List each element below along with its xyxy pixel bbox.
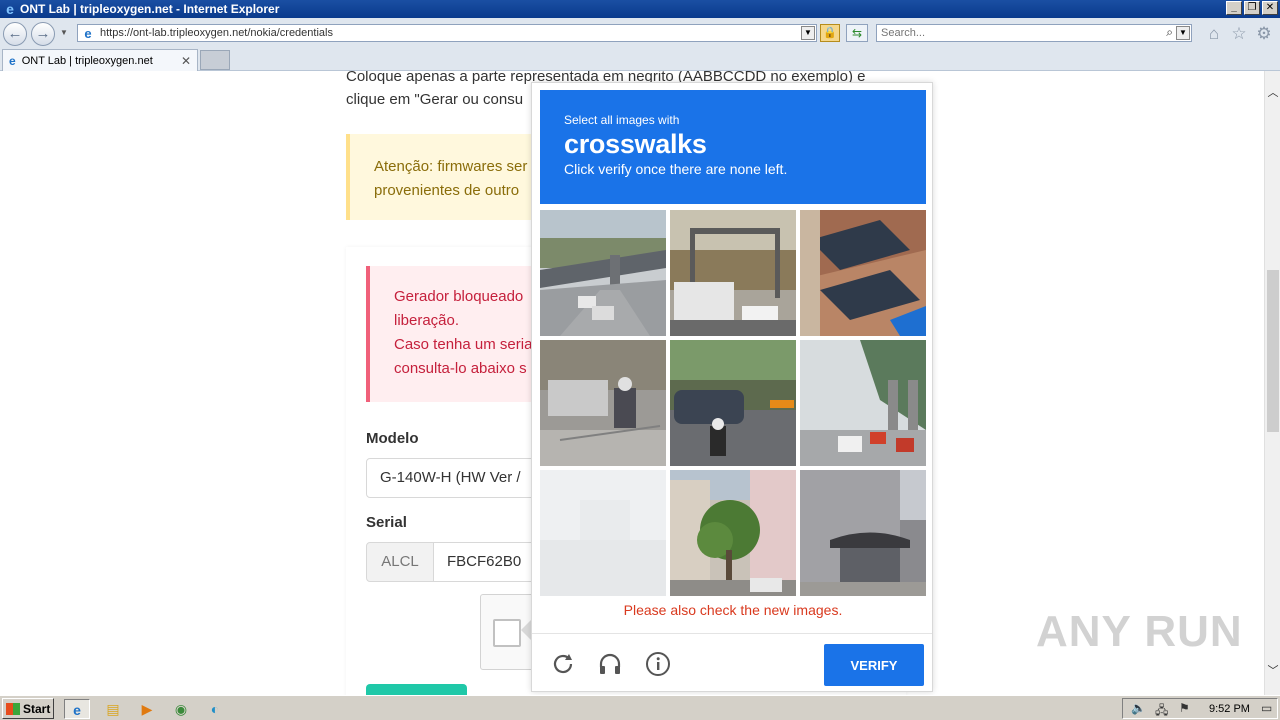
search-dropdown-icon[interactable]: ▼ — [1176, 26, 1190, 40]
home-icon[interactable]: ⌂ — [1204, 24, 1224, 44]
challenge-subtext: Click verify once there are none left. — [564, 161, 788, 177]
challenge-target: crosswalks — [564, 129, 707, 159]
close-tab-icon[interactable]: ✕ — [181, 54, 191, 68]
image-tile-traffic-gantry[interactable] — [670, 210, 796, 336]
explorer-folder-icon[interactable]: ▤ — [100, 699, 126, 719]
tab-favicon-icon: e — [9, 53, 16, 68]
window-titlebar: e ONT Lab | tripleoxygen.net - Internet … — [0, 0, 1280, 18]
back-icon[interactable]: ← — [3, 22, 27, 46]
refresh-icon[interactable]: ⇆ — [846, 24, 868, 42]
clock[interactable]: 9:52 PM — [1209, 703, 1250, 715]
audio-challenge-icon[interactable] — [597, 651, 623, 677]
search-icon[interactable]: ⌕ — [1166, 25, 1173, 40]
image-tile-street-motorcycle[interactable] — [540, 340, 666, 466]
windows-logo-icon — [6, 702, 20, 715]
ie-logo-icon: e — [6, 1, 14, 17]
captcha-challenge-popup: Select all images with crosswalks Click … — [531, 82, 933, 692]
chrome-icon[interactable]: ◉ — [168, 699, 194, 719]
restore-button[interactable]: ❐ — [1244, 1, 1260, 15]
captcha-checkbox[interactable] — [493, 619, 521, 647]
tab-ont-lab[interactable]: e ONT Lab | tripleoxygen.net ✕ — [2, 49, 198, 71]
favorites-star-icon[interactable]: ☆ — [1229, 24, 1249, 44]
tab-strip: e ONT Lab | tripleoxygen.net ✕ — [0, 48, 1280, 71]
footer-divider — [532, 633, 932, 634]
info-icon[interactable] — [645, 651, 671, 677]
vertical-scrollbar[interactable]: ︿ ﹀ — [1264, 71, 1280, 695]
tab-label: ONT Lab | tripleoxygen.net — [21, 54, 153, 67]
refresh-icon[interactable] — [550, 651, 576, 677]
address-bar[interactable]: e https://ont-lab.tripleoxygen.net/nokia… — [77, 24, 817, 42]
ie-taskbar-icon[interactable]: e — [64, 699, 90, 719]
window-title: ONT Lab | tripleoxygen.net - Internet Ex… — [20, 2, 280, 16]
history-dropdown-icon[interactable]: ▼ — [60, 28, 68, 37]
site-favicon-icon: e — [84, 25, 92, 41]
scroll-thumb[interactable] — [1267, 270, 1279, 432]
image-tile-bus-stop[interactable] — [800, 470, 926, 596]
media-player-icon[interactable]: ▶ — [134, 699, 160, 719]
submit-button[interactable] — [366, 684, 467, 695]
anyrun-watermark: ANY RUN — [1036, 607, 1243, 656]
minimize-button[interactable]: _ — [1226, 1, 1242, 15]
window-controls: _ ❐ ✕ — [1226, 1, 1278, 15]
edge-icon[interactable]: ◐ — [202, 699, 228, 719]
forward-icon[interactable]: → — [31, 22, 55, 46]
scroll-up-icon[interactable]: ︿ — [1265, 85, 1280, 101]
start-label: Start — [23, 701, 51, 716]
scroll-down-icon[interactable]: ﹀ — [1265, 663, 1280, 679]
search-input[interactable] — [877, 25, 1147, 41]
volume-icon[interactable]: 🔈 — [1131, 701, 1146, 715]
url-text[interactable]: https://ont-lab.tripleoxygen.net/nokia/c… — [100, 27, 333, 39]
model-label: Modelo — [366, 430, 419, 447]
system-tray: 🔈 🖧 ⚑ 9:52 PM ▭ — [1122, 698, 1278, 719]
network-icon[interactable]: 🖧 — [1155, 701, 1168, 720]
image-tile-elevated-rail[interactable] — [800, 340, 926, 466]
serial-prefix: ALCL — [366, 542, 434, 582]
serial-label: Serial — [366, 514, 407, 531]
gear-icon[interactable]: ⚙ — [1254, 24, 1274, 44]
verify-button[interactable]: VERIFY — [824, 644, 924, 686]
image-tile-tree-street[interactable] — [670, 470, 796, 596]
show-desktop-icon[interactable]: ▭ — [1261, 701, 1272, 715]
action-center-flag-icon[interactable]: ⚑ — [1179, 701, 1190, 715]
image-tile-overpass-highway[interactable] — [540, 210, 666, 336]
browser-navbar: ← → ▼ e https://ont-lab.tripleoxygen.net… — [0, 18, 1280, 48]
search-box[interactable]: ⌕ ▼ — [876, 24, 1192, 42]
image-tile-intersection[interactable] — [670, 340, 796, 466]
image-tile-faded[interactable] — [540, 470, 666, 596]
new-tab-button[interactable] — [200, 50, 230, 70]
taskbar: Start e ▤ ▶ ◉ ◐ 🔈 🖧 ⚑ 9:52 PM ▭ — [0, 695, 1280, 720]
challenge-prompt: Select all images with — [564, 113, 680, 127]
address-dropdown-icon[interactable]: ▼ — [801, 26, 815, 40]
challenge-header: Select all images with crosswalks Click … — [540, 90, 926, 204]
image-grid — [540, 210, 926, 596]
close-button[interactable]: ✕ — [1262, 1, 1278, 15]
challenge-error-message: Please also check the new images. — [623, 602, 843, 618]
popup-arrow — [521, 620, 531, 640]
start-button[interactable]: Start — [2, 698, 54, 719]
image-tile-balcony-building[interactable] — [800, 210, 926, 336]
lock-icon[interactable]: 🔒 — [820, 24, 840, 42]
